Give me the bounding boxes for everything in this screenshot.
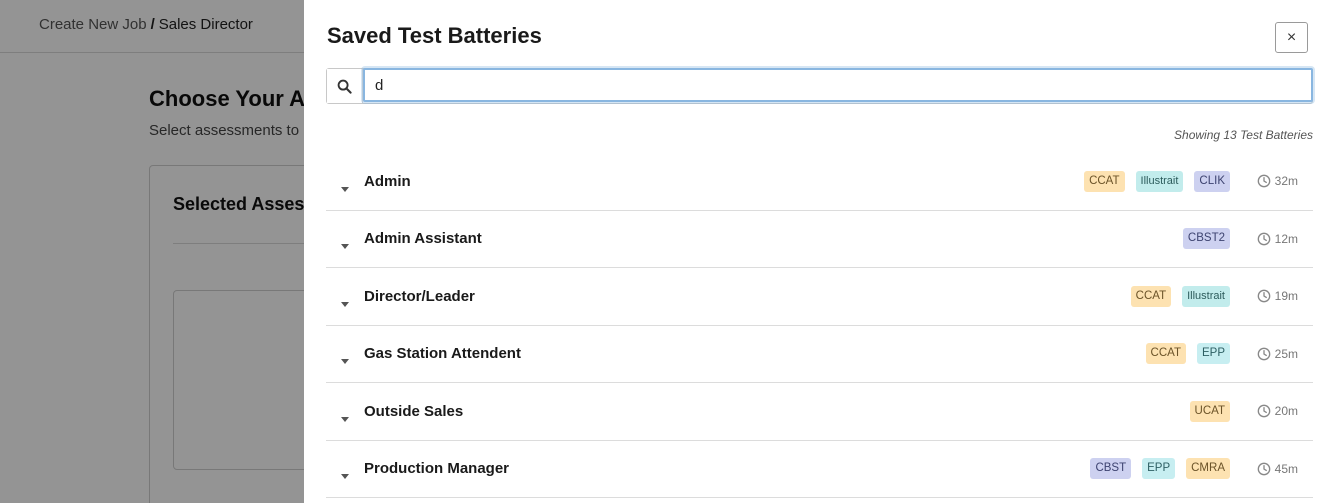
assessment-tag: CCAT [1145, 343, 1186, 365]
close-button[interactable]: × [1275, 22, 1308, 53]
battery-name: Admin [364, 172, 411, 190]
clock-icon [1257, 289, 1271, 303]
assessment-tags: CBST2 [1182, 211, 1230, 268]
search-input[interactable] [363, 68, 1313, 102]
assessment-tag: CLIK [1194, 170, 1230, 192]
battery-name: Outside Sales [364, 402, 464, 420]
assessment-tag: CBST2 [1182, 228, 1230, 250]
clock-icon [1257, 232, 1271, 246]
assessment-tag: EPP [1142, 458, 1176, 480]
battery-row[interactable]: Outside Sales UCAT 20m [326, 383, 1313, 441]
duration: 19m [1257, 268, 1298, 325]
duration-value: 19m [1274, 289, 1298, 304]
duration: 32m [1257, 153, 1298, 210]
assessment-tag: CCAT [1130, 285, 1172, 307]
assessment-tag: CCAT [1084, 170, 1125, 192]
caret-down-icon[interactable] [341, 236, 349, 250]
battery-row[interactable]: Admin CCAT Illustrait CLIK 32m [326, 153, 1313, 211]
assessment-tag: CBST [1090, 458, 1132, 480]
assessment-tag: Illustrait [1182, 285, 1230, 307]
duration-value: 32m [1274, 174, 1298, 189]
clock-icon [1257, 462, 1271, 476]
battery-row[interactable]: Production Manager CBST EPP CMRA 45m [326, 441, 1313, 498]
duration: 20m [1257, 383, 1298, 440]
assessment-tags: CCAT Illustrait [1130, 268, 1230, 325]
drawer-title: Saved Test Batteries [327, 23, 542, 48]
battery-name: Production Manager [364, 460, 510, 478]
result-count: Showing 13 Test Batteries [1174, 128, 1313, 142]
caret-down-icon[interactable] [341, 179, 349, 192]
battery-list: Admin CCAT Illustrait CLIK 32m Admin Assistan… [326, 153, 1313, 498]
clock-icon [1257, 347, 1271, 361]
battery-row[interactable]: Director/Leader CCAT Illustrait 19m [326, 268, 1313, 326]
battery-name: Gas Station Attendent [364, 345, 521, 363]
caret-down-icon[interactable] [341, 294, 349, 307]
search-icon [327, 69, 363, 103]
duration: 25m [1257, 326, 1298, 383]
caret-down-icon[interactable] [341, 466, 349, 480]
saved-test-batteries-drawer: Saved Test Batteries × Showing 13 Test B… [304, 0, 1332, 503]
assessment-tags: UCAT [1189, 383, 1230, 440]
battery-name: Admin Assistant [364, 230, 482, 248]
duration-value: 45m [1274, 461, 1298, 476]
assessment-tags: CCAT EPP [1145, 326, 1230, 383]
assessment-tags: CBST EPP CMRA [1090, 441, 1230, 498]
duration: 12m [1257, 211, 1298, 268]
duration-value: 12m [1274, 231, 1298, 246]
clock-icon [1257, 174, 1271, 188]
duration-value: 20m [1274, 404, 1298, 419]
assessment-tag: CMRA [1186, 458, 1230, 480]
caret-down-icon[interactable] [341, 409, 349, 422]
duration: 45m [1257, 441, 1298, 498]
duration-value: 25m [1274, 346, 1298, 361]
search-box [326, 68, 1313, 104]
clock-icon [1257, 404, 1271, 418]
assessment-tag: Illustrait [1135, 170, 1184, 192]
battery-row[interactable]: Gas Station Attendent CCAT EPP 25m [326, 326, 1313, 383]
close-icon: × [1286, 28, 1297, 46]
caret-down-icon[interactable] [341, 351, 349, 365]
assessment-tag: EPP [1196, 343, 1230, 365]
assessment-tag: UCAT [1189, 400, 1230, 422]
assessment-tags: CCAT Illustrait CLIK [1084, 153, 1230, 210]
battery-name: Director/Leader [364, 287, 475, 305]
battery-row[interactable]: Admin Assistant CBST2 12m [326, 211, 1313, 268]
